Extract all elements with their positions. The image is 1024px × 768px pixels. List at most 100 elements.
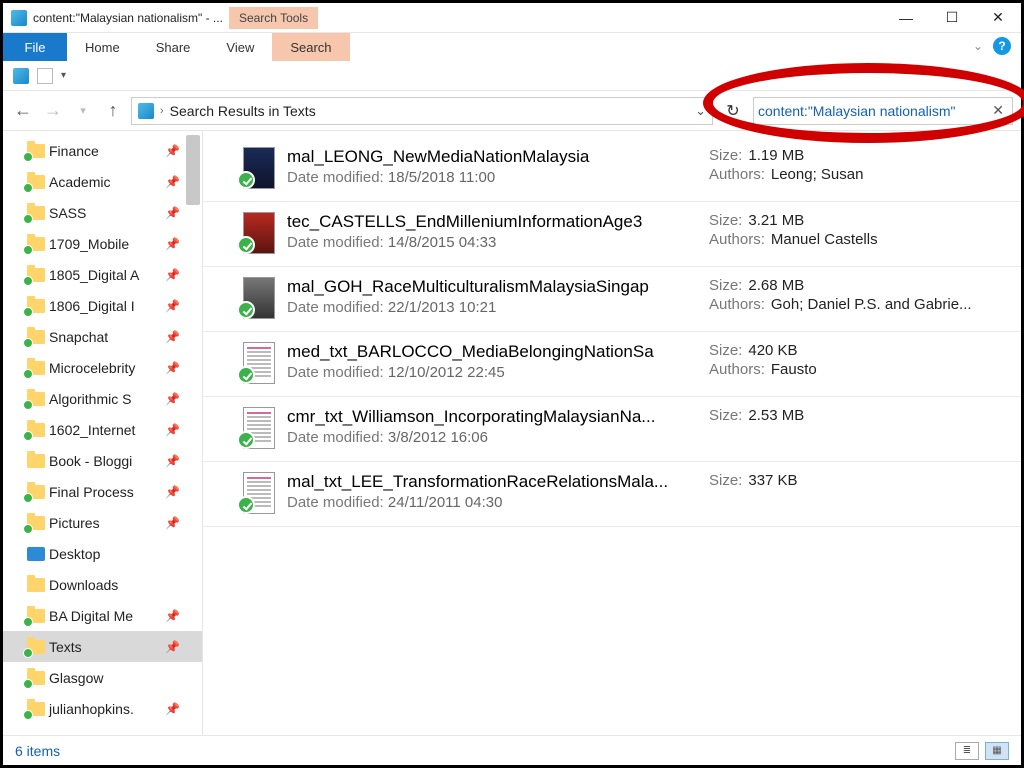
tree-item-label: Texts bbox=[49, 639, 82, 655]
window-title: content:"Malaysian nationalism" - ... bbox=[33, 11, 223, 25]
tree-item-1805-digital-a[interactable]: 1805_Digital A📌 bbox=[3, 259, 202, 290]
details-view-button[interactable]: ≣ bbox=[955, 742, 979, 760]
tree-item-texts[interactable]: Texts📌 bbox=[3, 631, 202, 662]
status-bar: 6 items ≣ ▦ bbox=[3, 735, 1021, 765]
tree-item-label: 1806_Digital I bbox=[49, 298, 135, 314]
file-thumb bbox=[233, 147, 285, 189]
up-button[interactable]: ↑ bbox=[101, 99, 125, 123]
qat-new-folder-icon[interactable] bbox=[13, 68, 29, 84]
folder-icon bbox=[27, 640, 45, 654]
search-tools-tab-header[interactable]: Search Tools bbox=[229, 7, 318, 29]
result-row[interactable]: mal_txt_LEE_TransformationRaceRelationsM… bbox=[203, 462, 1021, 527]
collapse-ribbon-button[interactable]: ⌄ bbox=[973, 39, 983, 53]
file-name: med_txt_BARLOCCO_MediaBelongingNationSa bbox=[287, 342, 707, 362]
folder-icon bbox=[27, 702, 45, 716]
pin-icon: 📌 bbox=[165, 299, 180, 313]
desktop-icon bbox=[27, 547, 45, 561]
forward-button[interactable]: → bbox=[41, 99, 65, 123]
ribbon-tab-view[interactable]: View bbox=[208, 33, 272, 61]
search-input[interactable] bbox=[758, 103, 988, 119]
tree-item-1806-digital-i[interactable]: 1806_Digital I 📌 bbox=[3, 290, 202, 321]
tree-item-label: Pictures bbox=[49, 515, 100, 531]
tree-item-downloads[interactable]: Downloads bbox=[3, 569, 202, 600]
file-name: mal_GOH_RaceMulticulturalismMalaysiaSing… bbox=[287, 277, 707, 297]
folder-icon bbox=[27, 175, 45, 189]
file-size: 3.21 MB bbox=[748, 212, 804, 229]
close-button[interactable]: ✕ bbox=[975, 3, 1021, 32]
tree-item-label: Glasgow bbox=[49, 670, 103, 686]
tree-item-label: Algorithmic S bbox=[49, 391, 131, 407]
file-date: 14/8/2015 04:33 bbox=[388, 234, 496, 251]
file-name: cmr_txt_Williamson_IncorporatingMalaysia… bbox=[287, 407, 707, 427]
results-pane[interactable]: mal_LEONG_NewMediaNationMalaysiaDate mod… bbox=[203, 131, 1021, 735]
back-button[interactable]: ← bbox=[11, 99, 35, 123]
qat-dropdown-icon[interactable]: ▾ bbox=[61, 70, 66, 81]
tree-item-ba-digital-me[interactable]: BA Digital Me📌 bbox=[3, 600, 202, 631]
pin-icon: 📌 bbox=[165, 454, 180, 468]
tiles-view-button[interactable]: ▦ bbox=[985, 742, 1009, 760]
titlebar: content:"Malaysian nationalism" - ... Se… bbox=[3, 3, 1021, 33]
address-dropdown-icon[interactable]: ⌄ bbox=[695, 103, 706, 119]
clear-search-button[interactable]: ✕ bbox=[988, 102, 1008, 119]
result-row[interactable]: cmr_txt_Williamson_IncorporatingMalaysia… bbox=[203, 397, 1021, 462]
folder-icon bbox=[27, 206, 45, 220]
address-bar[interactable]: › Search Results in Texts ⌄ bbox=[131, 97, 713, 125]
ribbon-tab-home[interactable]: Home bbox=[67, 33, 138, 61]
ribbon-tab-search[interactable]: Search bbox=[272, 33, 349, 61]
result-row[interactable]: tec_CASTELLS_EndMilleniumInformationAge3… bbox=[203, 202, 1021, 267]
tree-item-label: Microcelebrity bbox=[49, 360, 135, 376]
pin-icon: 📌 bbox=[165, 206, 180, 220]
ribbon-tab-share[interactable]: Share bbox=[138, 33, 209, 61]
folder-icon bbox=[27, 299, 45, 313]
tree-item-snapchat[interactable]: Snapchat📌 bbox=[3, 321, 202, 352]
tree-item-finance[interactable]: Finance📌 bbox=[3, 135, 202, 166]
tree-item-sass[interactable]: SASS 📌 bbox=[3, 197, 202, 228]
folder-icon bbox=[27, 578, 45, 592]
file-authors: Manuel Castells bbox=[771, 231, 878, 248]
tree-item-1709-mobile[interactable]: 1709_Mobile📌 bbox=[3, 228, 202, 259]
tree-item-academic[interactable]: Academic📌 bbox=[3, 166, 202, 197]
tree-item-final-process[interactable]: Final Process📌 bbox=[3, 476, 202, 507]
folder-icon bbox=[27, 392, 45, 406]
size-label: Size: bbox=[709, 212, 742, 229]
tree-item-microcelebrity[interactable]: Microcelebrity 📌 bbox=[3, 352, 202, 383]
folder-icon bbox=[27, 671, 45, 685]
folder-icon bbox=[27, 144, 45, 158]
tree-item-book-bloggi[interactable]: Book - Bloggi📌 bbox=[3, 445, 202, 476]
nav-tree[interactable]: Finance📌Academic📌 SASS 📌 1709_Mobile📌1805_D… bbox=[3, 131, 203, 735]
history-dropdown[interactable]: ▾ bbox=[71, 99, 95, 123]
authors-label: Authors: bbox=[709, 361, 765, 378]
pin-icon: 📌 bbox=[165, 330, 180, 344]
ribbon-tab-file[interactable]: File bbox=[3, 33, 67, 61]
file-date: 22/1/2013 10:21 bbox=[388, 299, 496, 316]
result-row[interactable]: mal_GOH_RaceMulticulturalismMalaysiaSing… bbox=[203, 267, 1021, 332]
tree-item-desktop[interactable]: Desktop bbox=[3, 538, 202, 569]
result-row[interactable]: med_txt_BARLOCCO_MediaBelongingNationSaD… bbox=[203, 332, 1021, 397]
file-size: 2.68 MB bbox=[748, 277, 804, 294]
file-authors: Leong; Susan bbox=[771, 166, 864, 183]
tree-item-algorithmic-s[interactable]: Algorithmic S📌 bbox=[3, 383, 202, 414]
date-modified-label: Date modified: bbox=[287, 299, 384, 316]
tree-item-julianhopkins-[interactable]: julianhopkins.📌 bbox=[3, 693, 202, 724]
file-date: 12/10/2012 22:45 bbox=[388, 364, 505, 381]
search-box[interactable]: ✕ bbox=[753, 97, 1013, 125]
sync-check-icon bbox=[237, 366, 255, 384]
tree-item-label: Desktop bbox=[49, 546, 100, 562]
tree-scrollbar[interactable] bbox=[184, 131, 202, 735]
pin-icon: 📌 bbox=[165, 361, 180, 375]
minimize-button[interactable]: — bbox=[883, 3, 929, 32]
qat-properties-icon[interactable] bbox=[37, 68, 53, 84]
result-row[interactable]: mal_LEONG_NewMediaNationMalaysiaDate mod… bbox=[203, 137, 1021, 202]
folder-icon bbox=[27, 423, 45, 437]
file-size: 420 KB bbox=[748, 342, 797, 359]
tree-item-label: SASS bbox=[49, 205, 86, 221]
sync-check-icon bbox=[237, 301, 255, 319]
size-label: Size: bbox=[709, 277, 742, 294]
breadcrumb-location[interactable]: Search Results in Texts bbox=[170, 103, 316, 119]
tree-item-pictures[interactable]: Pictures📌 bbox=[3, 507, 202, 538]
tree-item-glasgow[interactable]: Glasgow bbox=[3, 662, 202, 693]
help-button[interactable]: ? bbox=[993, 37, 1011, 55]
refresh-button[interactable]: ↻ bbox=[719, 97, 747, 125]
tree-item-1602-internet[interactable]: 1602_Internet📌 bbox=[3, 414, 202, 445]
maximize-button[interactable]: ☐ bbox=[929, 3, 975, 32]
